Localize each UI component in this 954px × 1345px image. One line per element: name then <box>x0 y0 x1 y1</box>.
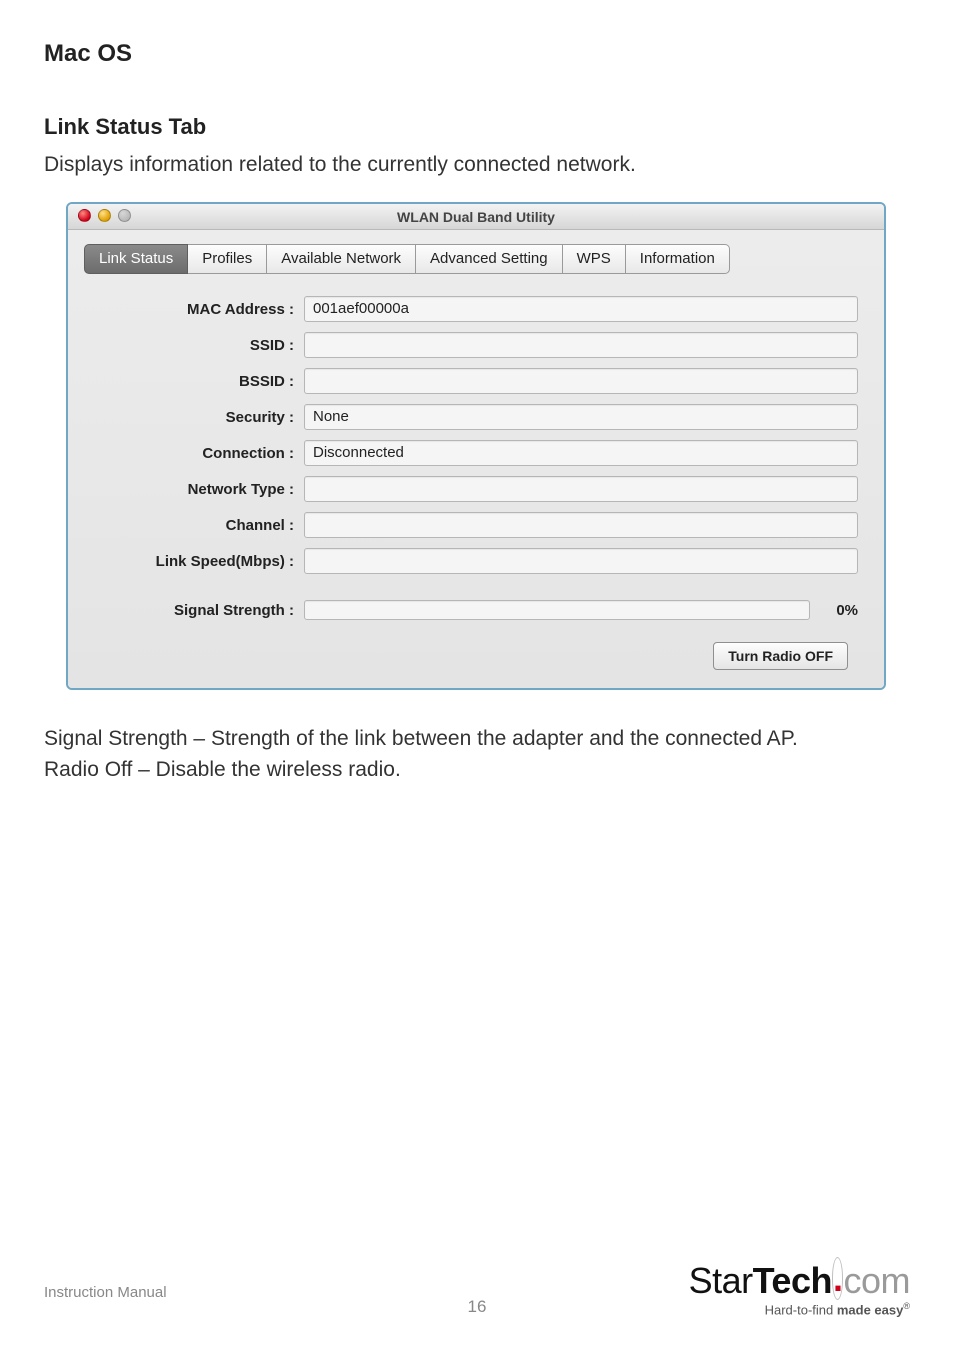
brand-tagline-registered-icon: ® <box>903 1301 910 1311</box>
brand-logo: StarTech.com <box>689 1263 910 1299</box>
link-status-fields: MAC Address : 001aef00000a SSID : BSSID … <box>84 290 868 670</box>
page-footer: Instruction Manual 16 StarTech.com Hard-… <box>44 1247 910 1317</box>
heading-macos: Mac OS <box>44 40 910 68</box>
signal-strength-percent: 0% <box>810 602 858 619</box>
button-row: Turn Radio OFF <box>94 642 858 670</box>
value-network-type <box>304 476 858 502</box>
label-ssid: SSID : <box>94 337 304 354</box>
heading-link-status-tab: Link Status Tab <box>44 114 910 140</box>
screenshot-container: WLAN Dual Band Utility Link Status Profi… <box>66 202 910 690</box>
row-network-type: Network Type : <box>94 476 858 502</box>
row-ssid: SSID : <box>94 332 858 358</box>
brand-tagline-prefix: Hard-to-find <box>765 1302 837 1317</box>
label-connection: Connection : <box>94 445 304 462</box>
tab-information[interactable]: Information <box>626 244 730 274</box>
label-bssid: BSSID : <box>94 373 304 390</box>
row-security: Security : None <box>94 404 858 430</box>
brand-logo-dot-icon: . <box>832 1257 844 1300</box>
tab-available-network[interactable]: Available Network <box>267 244 416 274</box>
tab-profiles[interactable]: Profiles <box>188 244 267 274</box>
value-bssid <box>304 368 858 394</box>
value-link-speed <box>304 548 858 574</box>
tab-link-status[interactable]: Link Status <box>84 244 188 274</box>
row-channel: Channel : <box>94 512 858 538</box>
paragraph-radio-desc: Radio Off – Disable the wireless radio. <box>44 755 910 785</box>
value-ssid <box>304 332 858 358</box>
brand-block: StarTech.com Hard-to-find made easy® <box>689 1263 910 1317</box>
row-connection: Connection : Disconnected <box>94 440 858 466</box>
turn-radio-off-button[interactable]: Turn Radio OFF <box>713 642 848 670</box>
brand-logo-tech: Tech <box>753 1260 832 1301</box>
footer-instruction-manual: Instruction Manual <box>44 1284 167 1301</box>
label-mac-address: MAC Address : <box>94 301 304 318</box>
row-mac-address: MAC Address : 001aef00000a <box>94 296 858 322</box>
brand-logo-com: com <box>843 1260 910 1301</box>
window-titlebar: WLAN Dual Band Utility <box>68 204 884 230</box>
brand-logo-star: Star <box>689 1260 753 1301</box>
paragraph-intro: Displays information related to the curr… <box>44 150 910 180</box>
window-title: WLAN Dual Band Utility <box>68 204 884 230</box>
tab-wps[interactable]: WPS <box>563 244 626 274</box>
value-connection: Disconnected <box>304 440 858 466</box>
label-channel: Channel : <box>94 517 304 534</box>
value-channel <box>304 512 858 538</box>
document-page: Mac OS Link Status Tab Displays informat… <box>0 0 954 1345</box>
label-security: Security : <box>94 409 304 426</box>
label-network-type: Network Type : <box>94 481 304 498</box>
row-signal-strength: Signal Strength : 0% <box>94 600 858 620</box>
row-bssid: BSSID : <box>94 368 858 394</box>
brand-tagline: Hard-to-find made easy® <box>689 1301 910 1317</box>
label-link-speed: Link Speed(Mbps) : <box>94 553 304 570</box>
tab-bar: Link Status Profiles Available Network A… <box>84 244 868 274</box>
paragraph-signal-desc: Signal Strength – Strength of the link b… <box>44 724 910 754</box>
signal-strength-bar <box>304 600 810 620</box>
row-link-speed: Link Speed(Mbps) : <box>94 548 858 574</box>
mac-window: WLAN Dual Band Utility Link Status Profi… <box>66 202 886 690</box>
window-body: Link Status Profiles Available Network A… <box>68 230 884 688</box>
footer-page-number: 16 <box>468 1297 487 1317</box>
value-security: None <box>304 404 858 430</box>
tab-advanced-setting[interactable]: Advanced Setting <box>416 244 563 274</box>
brand-tagline-easy: made easy <box>837 1302 904 1317</box>
value-mac-address: 001aef00000a <box>304 296 858 322</box>
label-signal-strength: Signal Strength : <box>94 602 304 619</box>
